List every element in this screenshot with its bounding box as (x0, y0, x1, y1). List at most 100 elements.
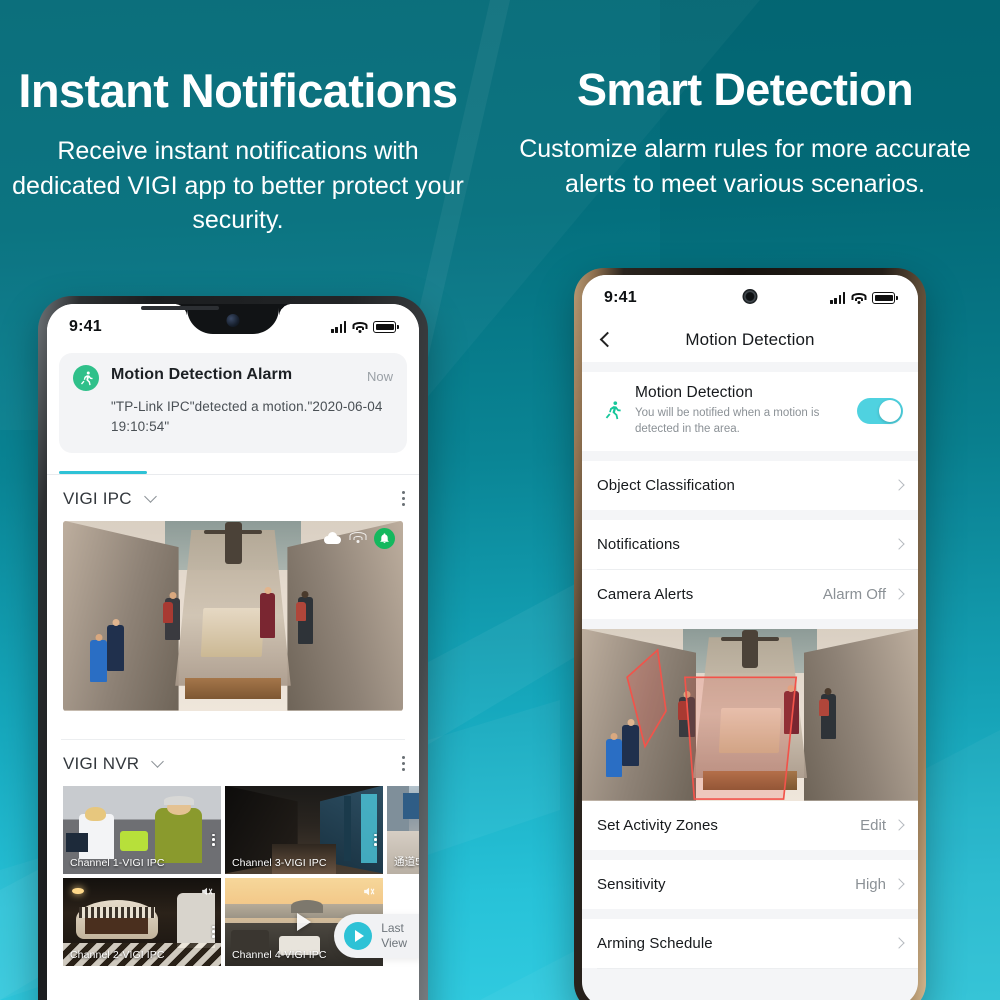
wifi-icon (352, 321, 368, 333)
chevron-right-icon (893, 937, 905, 949)
phone-right: 9:41 Motion Detection Motion Detection Y… (574, 268, 926, 1000)
section-gap (582, 908, 918, 919)
notification-card[interactable]: Motion Detection Alarm Now "TP-Link IPC"… (59, 353, 407, 453)
status-icons (830, 292, 898, 304)
activity-zone-overlay (626, 647, 798, 800)
last-view-label-line1: Last (381, 920, 404, 935)
spacer (47, 710, 419, 739)
notification-time: Now (366, 369, 393, 384)
row-sensitivity[interactable]: Sensitivity High (582, 859, 918, 909)
chevron-down-icon[interactable] (143, 490, 157, 503)
row-arming-schedule[interactable]: Arming Schedule (582, 918, 918, 968)
row-label: Arming Schedule (597, 934, 713, 952)
running-person-icon (597, 400, 627, 421)
front-camera-icon (742, 289, 758, 304)
panel-instant-notifications: Instant Notifications Receive instant no… (0, 0, 476, 238)
kebab-menu-icon[interactable] (402, 756, 405, 771)
row-label: Camera Alerts (597, 585, 694, 603)
cloud-icon[interactable] (324, 532, 341, 544)
nav-bar: Motion Detection (582, 317, 918, 362)
battery-icon (872, 292, 898, 304)
kebab-menu-icon[interactable] (402, 491, 405, 506)
page-title-right: Smart Detection (576, 64, 914, 115)
row-label: Sensitivity (597, 875, 666, 893)
motion-detection-row[interactable]: Motion Detection You will be notified wh… (582, 372, 918, 451)
chevron-right-icon (893, 588, 905, 600)
mute-icon[interactable] (200, 885, 213, 898)
panel-smart-detection: Smart Detection Customize alarm rules fo… (490, 0, 1000, 201)
mute-icon[interactable] (362, 885, 375, 898)
tab-indicator (47, 452, 419, 474)
kebab-menu-icon[interactable] (374, 833, 377, 846)
wifi-icon[interactable] (349, 532, 366, 544)
last-view-label-line2: View (381, 935, 407, 950)
status-time: 9:41 (69, 318, 102, 335)
signal-icon (830, 292, 846, 304)
page-subtitle-left: Receive instant notifications with dedic… (12, 137, 464, 235)
motion-detection-description: You will be notified when a motion is de… (635, 407, 820, 436)
chevron-right-icon (893, 878, 905, 890)
row-set-activity-zones[interactable]: Set Activity Zones Edit (582, 800, 918, 850)
nvr-channel-label: Channel 3-VIGI IPC (232, 856, 327, 869)
notification-title: Motion Detection Alarm (111, 366, 293, 383)
battery-icon (373, 321, 399, 333)
row-value: Edit (860, 816, 886, 834)
play-icon[interactable] (297, 912, 311, 931)
nvr-channel-label: Channel 4-VIGI IPC (232, 948, 327, 961)
running-person-icon (73, 365, 99, 391)
row-label: Object Classification (597, 476, 735, 494)
bell-icon[interactable] (374, 527, 395, 549)
phone-left-screen: 9:41 Motion Detection Alarm Now "TP-Link… (47, 304, 419, 1000)
section-gap (582, 450, 918, 461)
notification-body: "TP-Link IPC"detected a motion."2020-06-… (111, 399, 383, 435)
phone-left: 9:41 Motion Detection Alarm Now "TP-Link… (38, 296, 428, 1000)
camera-overlay-icons (324, 527, 395, 549)
front-camera-icon (226, 314, 240, 327)
divider (597, 967, 918, 969)
motion-detection-toggle[interactable] (857, 397, 903, 424)
nvr-channel-grid: Channel 1-VIGI IPC Channel 3-VIGI IPC 通道… (47, 785, 419, 966)
camera-image (63, 520, 403, 711)
row-value: High (855, 875, 886, 893)
play-circle-icon (344, 921, 373, 950)
chevron-right-icon (893, 538, 905, 550)
wifi-icon (851, 292, 867, 304)
nvr-channel-tile[interactable]: Channel 1-VIGI IPC (63, 785, 221, 874)
status-time: 9:41 (604, 289, 637, 306)
phone-right-screen: 9:41 Motion Detection Motion Detection Y… (582, 275, 918, 1000)
section-gap (582, 509, 918, 520)
section-header-vigi-ipc[interactable]: VIGI IPC (47, 474, 419, 521)
section-header-vigi-nvr[interactable]: VIGI NVR (47, 739, 419, 786)
nvr-channel-label: Channel 1-VIGI IPC (70, 856, 165, 869)
nvr-channel-label: Channel 2-VIGI IPC (70, 948, 165, 961)
nvr-channel-tile[interactable]: Channel 2-VIGI IPC (63, 877, 221, 966)
section-gap (582, 618, 918, 629)
page-title-left: Instant Notifications (18, 64, 458, 117)
section-gap (582, 849, 918, 860)
notification-area: Motion Detection Alarm Now "TP-Link IPC"… (47, 346, 419, 453)
page-subtitle-right: Customize alarm rules for more accurate … (519, 135, 971, 198)
page-title: Motion Detection (685, 329, 815, 349)
section-title-vigi-nvr: VIGI NVR (63, 753, 140, 773)
activity-zone-preview[interactable] (582, 628, 918, 801)
row-label: Set Activity Zones (597, 816, 719, 834)
section-gap (582, 362, 918, 372)
last-view-button[interactable]: Last View (334, 913, 419, 958)
earpiece-speaker (141, 306, 219, 310)
status-icons (331, 321, 399, 333)
row-camera-alerts[interactable]: Camera Alerts Alarm Off (582, 569, 918, 619)
kebab-menu-icon[interactable] (212, 925, 215, 938)
nvr-channel-tile[interactable]: Channel 3-VIGI IPC (225, 785, 383, 874)
camera-live-view[interactable] (63, 520, 403, 711)
row-label: Notifications (597, 535, 681, 553)
chevron-right-icon (893, 819, 905, 831)
chevron-right-icon (893, 479, 905, 491)
kebab-menu-icon[interactable] (212, 833, 215, 846)
nvr-channel-tile-partial[interactable]: 通道5 (387, 785, 419, 874)
chevron-down-icon[interactable] (151, 755, 165, 768)
row-object-classification[interactable]: Object Classification (582, 460, 918, 510)
row-value: Alarm Off (822, 585, 886, 603)
nvr-channel-label: 通道5 (394, 855, 419, 868)
row-notifications[interactable]: Notifications (582, 519, 918, 569)
motion-detection-title: Motion Detection (635, 384, 753, 401)
